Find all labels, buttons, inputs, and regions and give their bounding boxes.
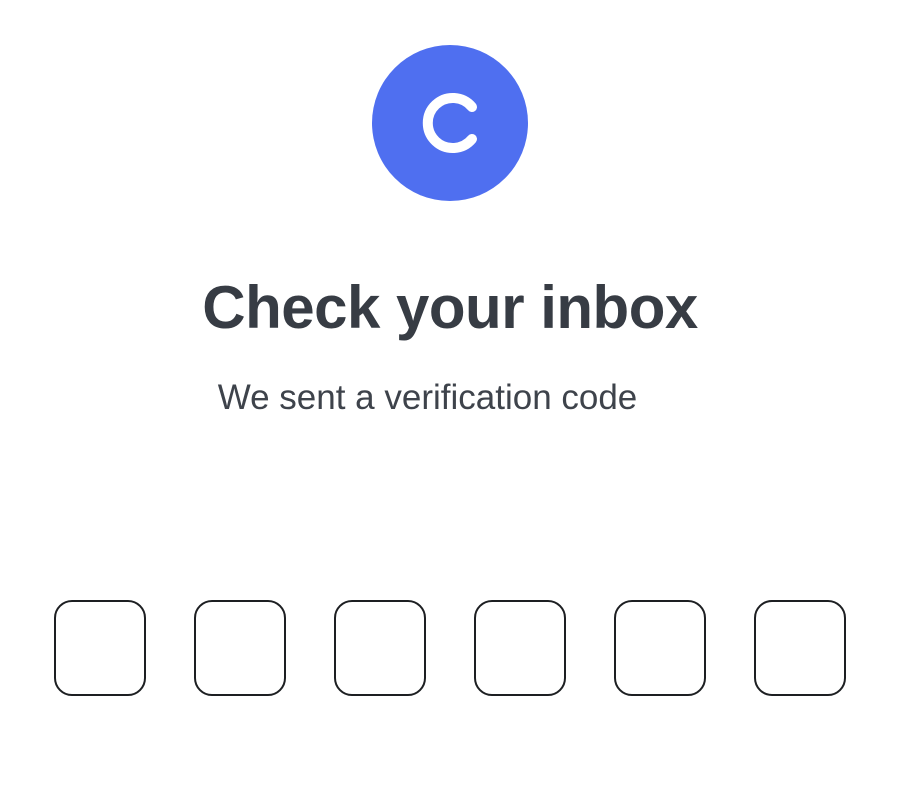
code-digit-input-2[interactable]	[194, 600, 286, 696]
page-title: Check your inbox	[202, 274, 698, 341]
code-digit-input-4[interactable]	[474, 600, 566, 696]
code-digit-input-5[interactable]	[614, 600, 706, 696]
code-digit-input-3[interactable]	[334, 600, 426, 696]
code-digit-input-6[interactable]	[754, 600, 846, 696]
verification-code-input-group	[54, 600, 846, 700]
code-digit-input-1[interactable]	[54, 600, 146, 696]
brand-logo	[372, 45, 528, 201]
page-subtitle: We sent a verification code	[217, 378, 638, 417]
c-letter-logo-icon	[422, 93, 477, 153]
